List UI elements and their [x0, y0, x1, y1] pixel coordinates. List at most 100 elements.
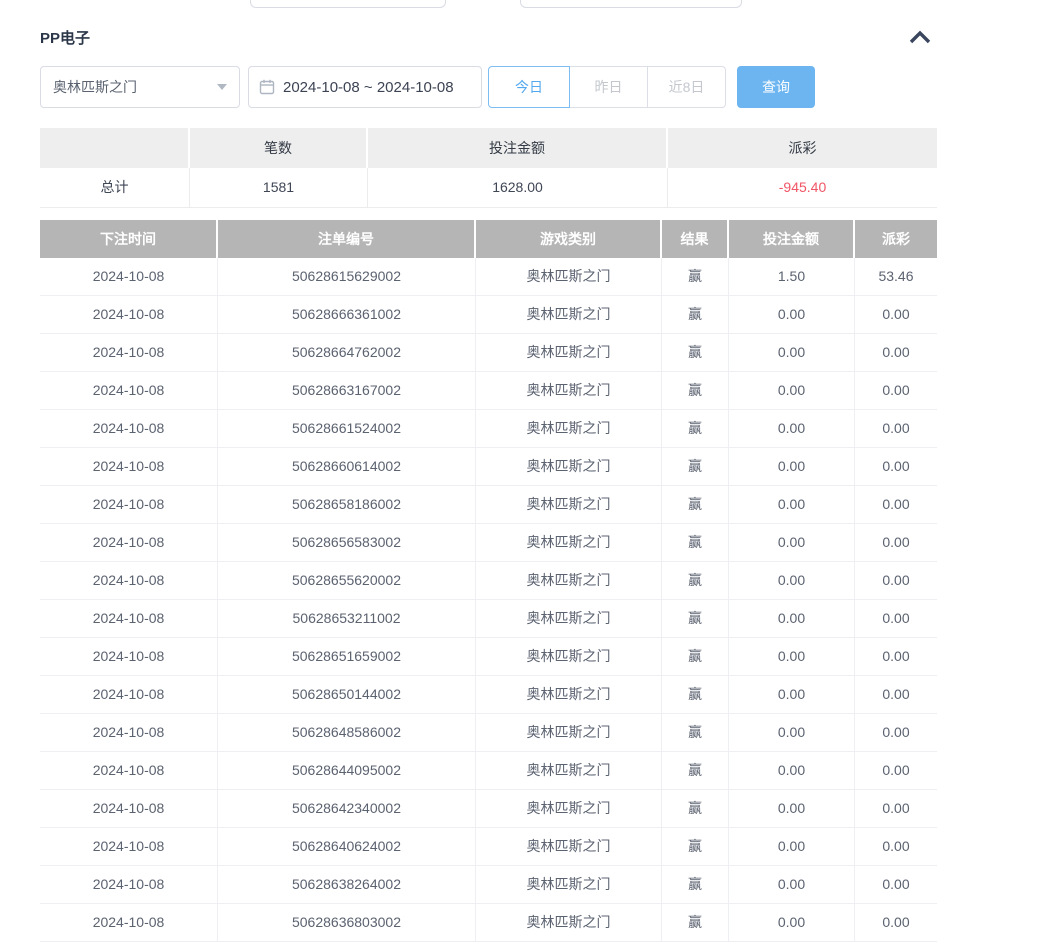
cell-result: 赢	[662, 714, 729, 752]
summary-header-bet-amount: 投注金额	[368, 128, 668, 168]
last-8-days-button[interactable]: 近8日	[647, 66, 726, 108]
cell-bet-time: 2024-10-08	[40, 562, 218, 600]
summary-table: 笔数 投注金额 派彩 总计 1581 1628.00 -945.40	[40, 128, 937, 208]
cell-bet-amount: 0.00	[729, 752, 855, 790]
cell-game-type: 奥林匹斯之门	[476, 638, 662, 676]
table-row: 2024-10-08 50628636803002 奥林匹斯之门 赢 0.00 …	[40, 904, 937, 942]
table-row: 2024-10-08 50628651659002 奥林匹斯之门 赢 0.00 …	[40, 638, 937, 676]
cell-bet-id: 50628658186002	[218, 486, 476, 524]
yesterday-button[interactable]: 昨日	[569, 66, 648, 108]
cell-bet-time: 2024-10-08	[40, 638, 218, 676]
cell-bet-id: 50628661524002	[218, 410, 476, 448]
cell-game-type: 奥林匹斯之门	[476, 904, 662, 942]
cell-payout: 0.00	[855, 714, 937, 752]
today-button[interactable]: 今日	[488, 66, 570, 108]
cell-payout: 0.00	[855, 486, 937, 524]
cell-result: 赢	[662, 296, 729, 334]
cell-bet-id: 50628642340002	[218, 790, 476, 828]
table-row: 2024-10-08 50628655620002 奥林匹斯之门 赢 0.00 …	[40, 562, 937, 600]
summary-header-empty	[40, 128, 190, 168]
cell-game-type: 奥林匹斯之门	[476, 676, 662, 714]
cell-bet-amount: 0.00	[729, 410, 855, 448]
query-button[interactable]: 查询	[737, 66, 815, 108]
chevron-up-icon	[908, 30, 932, 45]
cell-bet-time: 2024-10-08	[40, 866, 218, 904]
table-row: 2024-10-08 50628661524002 奥林匹斯之门 赢 0.00 …	[40, 410, 937, 448]
cell-bet-time: 2024-10-08	[40, 790, 218, 828]
cell-payout: 0.00	[855, 448, 937, 486]
cell-bet-amount: 0.00	[729, 334, 855, 372]
table-row: 2024-10-08 50628663167002 奥林匹斯之门 赢 0.00 …	[40, 372, 937, 410]
cell-payout: 0.00	[855, 676, 937, 714]
game-select[interactable]: 奥林匹斯之门	[40, 66, 240, 108]
cell-payout: 0.00	[855, 904, 937, 942]
cell-bet-id: 50628660614002	[218, 448, 476, 486]
cell-game-type: 奥林匹斯之门	[476, 790, 662, 828]
cell-bet-amount: 0.00	[729, 486, 855, 524]
bet-table: 下注时间 注单编号 游戏类别 结果 投注金额 派彩 2024-10-08 506…	[40, 220, 937, 942]
cell-game-type: 奥林匹斯之门	[476, 334, 662, 372]
cell-game-type: 奥林匹斯之门	[476, 524, 662, 562]
cell-payout: 0.00	[855, 562, 937, 600]
cell-bet-id: 50628615629002	[218, 258, 476, 296]
cell-payout: 53.46	[855, 258, 937, 296]
table-row: 2024-10-08 50628640624002 奥林匹斯之门 赢 0.00 …	[40, 828, 937, 866]
cell-result: 赢	[662, 752, 729, 790]
cell-payout: 0.00	[855, 600, 937, 638]
cell-bet-amount: 0.00	[729, 562, 855, 600]
cell-bet-id: 50628644095002	[218, 752, 476, 790]
cell-bet-amount: 0.00	[729, 904, 855, 942]
cell-bet-amount: 0.00	[729, 866, 855, 904]
cell-result: 赢	[662, 334, 729, 372]
cell-bet-amount: 0.00	[729, 828, 855, 866]
cell-bet-time: 2024-10-08	[40, 714, 218, 752]
cell-result: 赢	[662, 486, 729, 524]
cell-bet-amount: 0.00	[729, 714, 855, 752]
cell-payout: 0.00	[855, 296, 937, 334]
bet-table-header-row: 下注时间 注单编号 游戏类别 结果 投注金额 派彩	[40, 220, 937, 258]
cell-bet-amount: 0.00	[729, 524, 855, 562]
summary-total-bet-amount: 1628.00	[368, 168, 668, 208]
cell-bet-time: 2024-10-08	[40, 372, 218, 410]
cell-bet-id: 50628664762002	[218, 334, 476, 372]
cell-result: 赢	[662, 562, 729, 600]
cell-payout: 0.00	[855, 752, 937, 790]
cell-result: 赢	[662, 904, 729, 942]
cell-bet-id: 50628653211002	[218, 600, 476, 638]
cell-game-type: 奥林匹斯之门	[476, 600, 662, 638]
cell-result: 赢	[662, 524, 729, 562]
bet-table-body: 2024-10-08 50628615629002 奥林匹斯之门 赢 1.50 …	[40, 258, 937, 942]
header-result: 结果	[662, 220, 729, 258]
table-row: 2024-10-08 50628638264002 奥林匹斯之门 赢 0.00 …	[40, 866, 937, 904]
cell-bet-id: 50628656583002	[218, 524, 476, 562]
cell-bet-time: 2024-10-08	[40, 828, 218, 866]
cell-result: 赢	[662, 410, 729, 448]
cell-game-type: 奥林匹斯之门	[476, 410, 662, 448]
cell-bet-id: 50628655620002	[218, 562, 476, 600]
cell-payout: 0.00	[855, 790, 937, 828]
cell-bet-id: 50628638264002	[218, 866, 476, 904]
date-range-input[interactable]: 2024-10-08 ~ 2024-10-08	[248, 66, 482, 108]
collapse-panel-button[interactable]	[905, 27, 935, 47]
cell-bet-time: 2024-10-08	[40, 258, 218, 296]
cell-game-type: 奥林匹斯之门	[476, 752, 662, 790]
table-row: 2024-10-08 50628666361002 奥林匹斯之门 赢 0.00 …	[40, 296, 937, 334]
date-range-value: 2024-10-08 ~ 2024-10-08	[283, 79, 454, 96]
table-row: 2024-10-08 50628642340002 奥林匹斯之门 赢 0.00 …	[40, 790, 937, 828]
cell-bet-amount: 0.00	[729, 448, 855, 486]
cell-bet-time: 2024-10-08	[40, 904, 218, 942]
cell-bet-time: 2024-10-08	[40, 524, 218, 562]
cell-result: 赢	[662, 372, 729, 410]
header-bet-id: 注单编号	[218, 220, 476, 258]
cell-bet-time: 2024-10-08	[40, 486, 218, 524]
cell-game-type: 奥林匹斯之门	[476, 828, 662, 866]
table-row: 2024-10-08 50628648586002 奥林匹斯之门 赢 0.00 …	[40, 714, 937, 752]
cell-bet-time: 2024-10-08	[40, 296, 218, 334]
panel-header: PP电子	[40, 26, 937, 48]
cell-payout: 0.00	[855, 524, 937, 562]
header-bet-time: 下注时间	[40, 220, 218, 258]
summary-total-payout: -945.40	[668, 168, 937, 208]
table-row: 2024-10-08 50628653211002 奥林匹斯之门 赢 0.00 …	[40, 600, 937, 638]
table-row: 2024-10-08 50628656583002 奥林匹斯之门 赢 0.00 …	[40, 524, 937, 562]
cell-result: 赢	[662, 790, 729, 828]
